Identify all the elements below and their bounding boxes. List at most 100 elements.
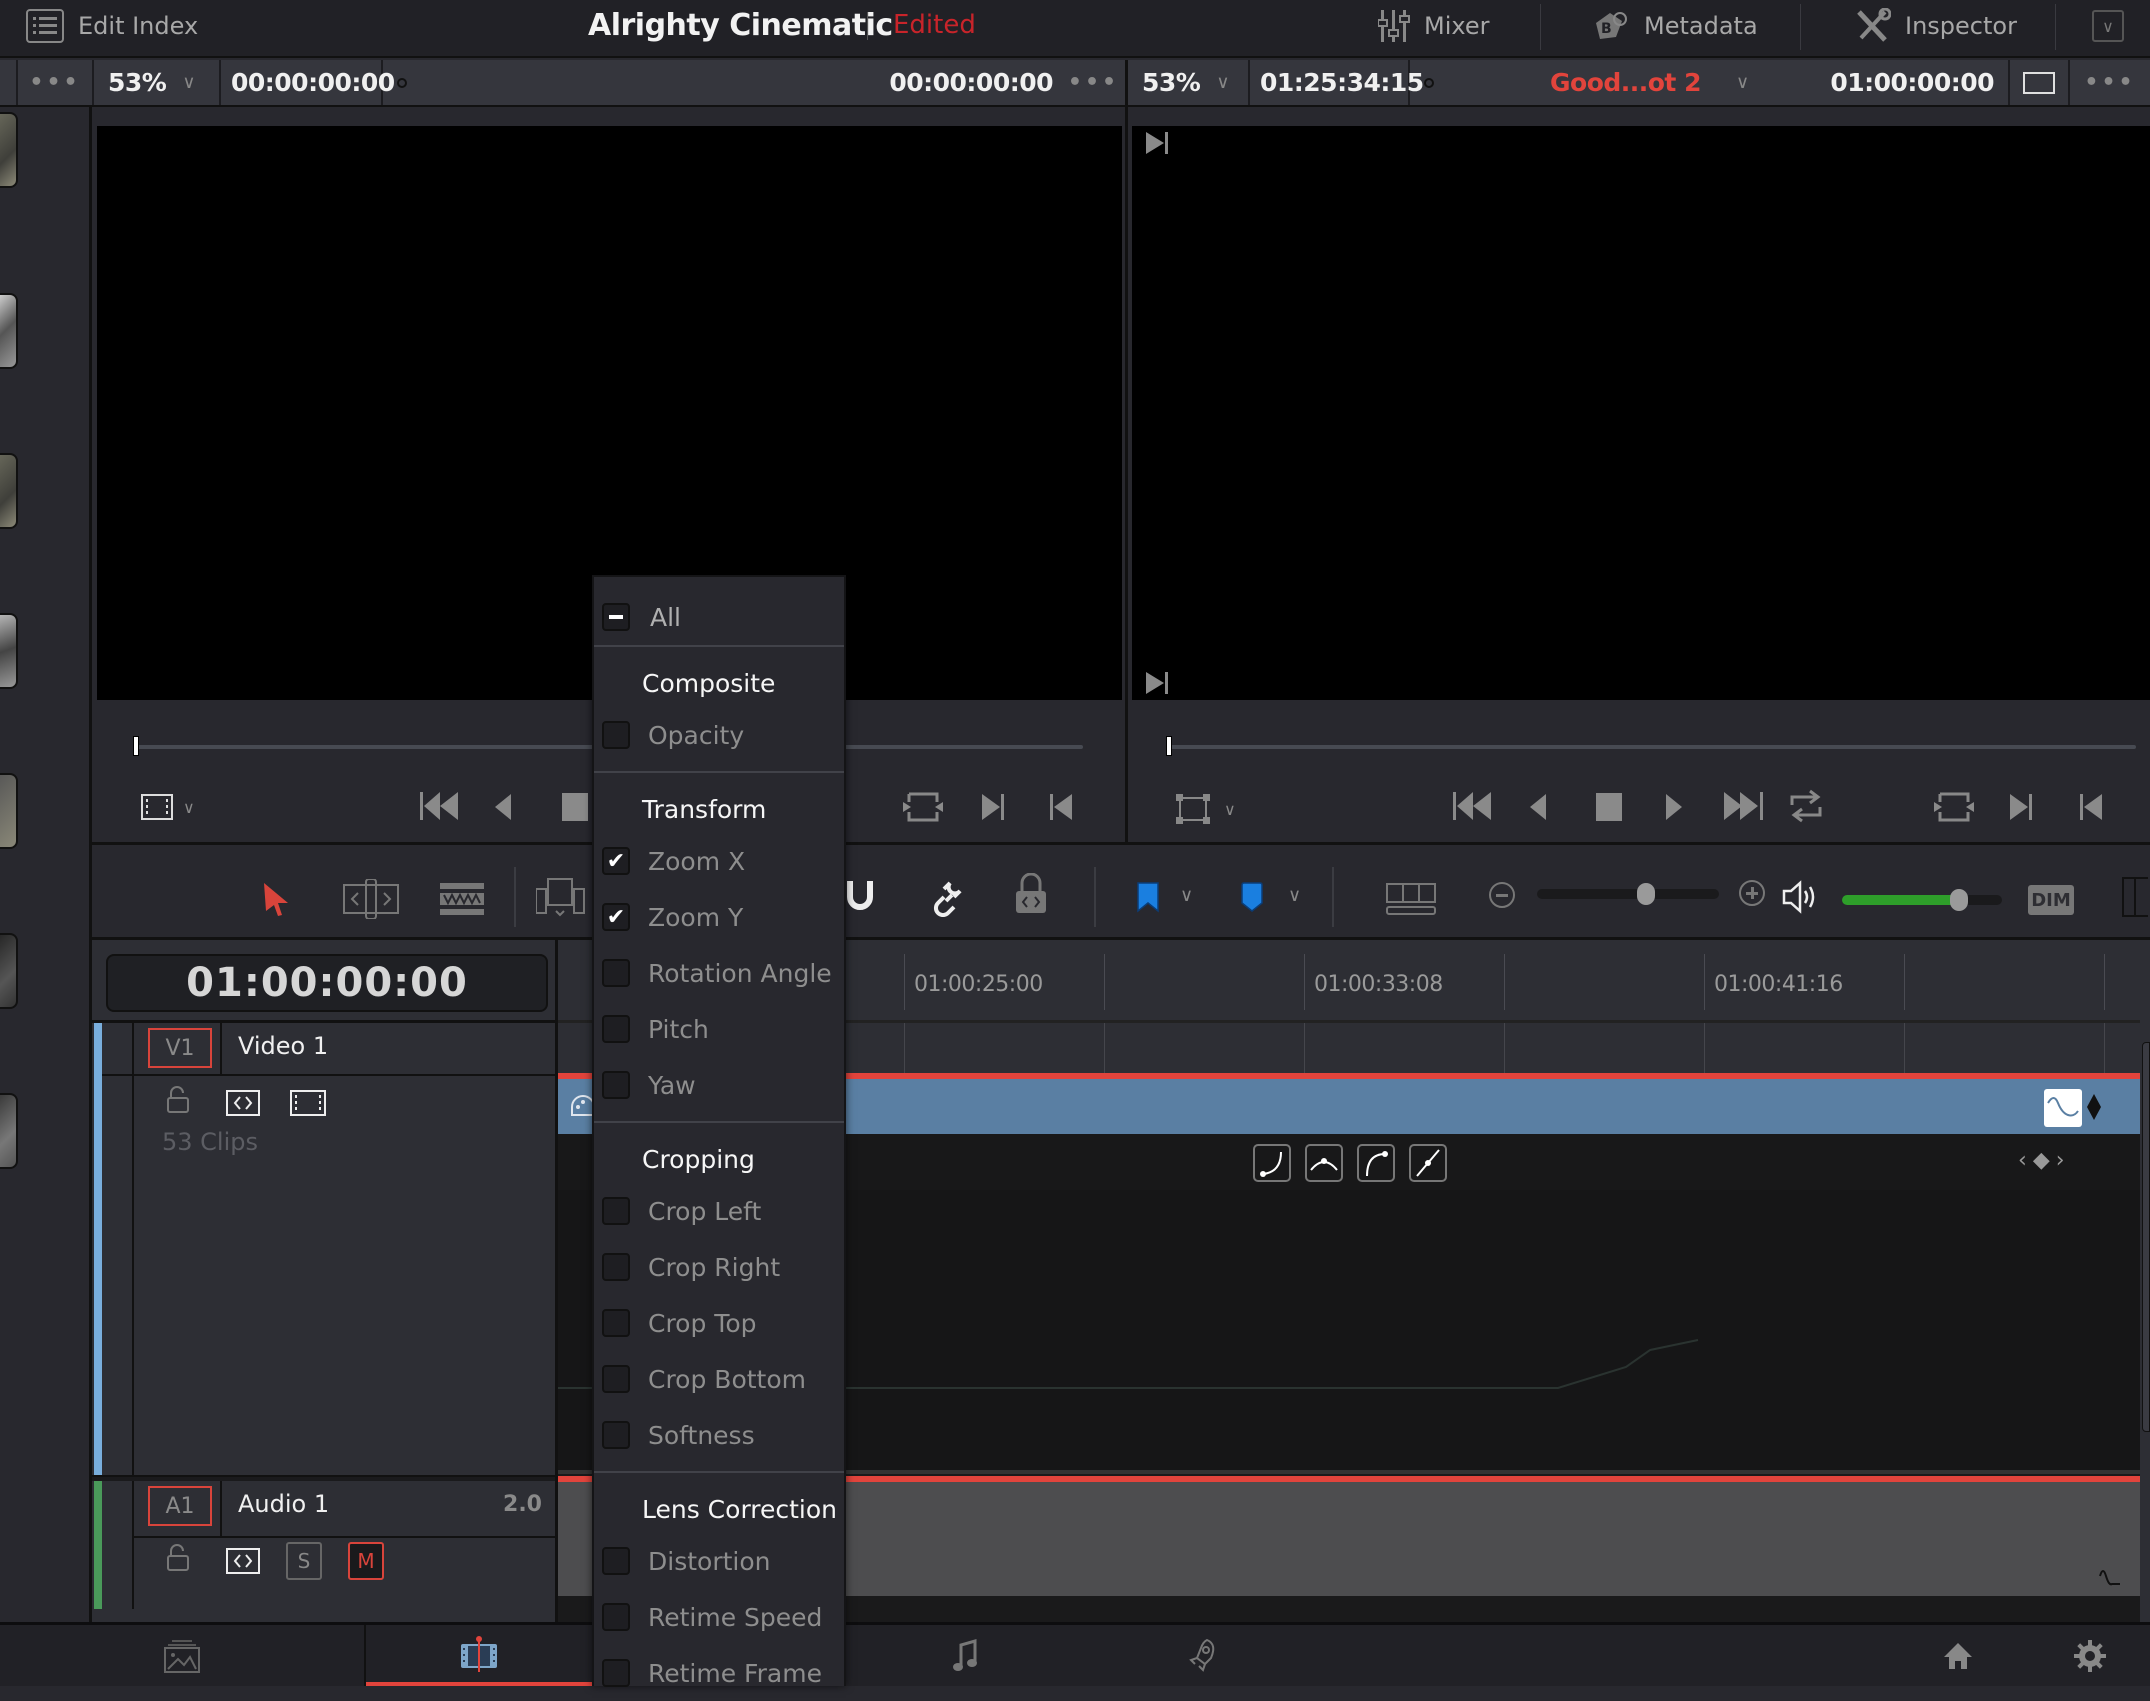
- keyframe-curve-button[interactable]: [2044, 1089, 2082, 1127]
- jump-to-start-icon[interactable]: [1453, 790, 1495, 822]
- snapping-magnet-icon[interactable]: [842, 877, 878, 917]
- menu-item-all[interactable]: All: [594, 589, 844, 645]
- menu-item-crop-bottom[interactable]: Crop Bottom: [594, 1351, 844, 1407]
- mark-out-icon[interactable]: [2078, 792, 2104, 822]
- loop-icon[interactable]: [1788, 787, 1824, 825]
- clip-thumbnail[interactable]: [0, 933, 18, 1009]
- timeline-playhead[interactable]: [1166, 736, 1172, 756]
- checkbox[interactable]: [602, 959, 630, 987]
- video-track-name[interactable]: Video 1: [238, 1032, 328, 1060]
- menu-item-distortion[interactable]: Distortion: [594, 1533, 844, 1589]
- audio-curve-icon[interactable]: [2098, 1566, 2122, 1586]
- menu-item-zoom-y[interactable]: ✔ Zoom Y: [594, 889, 844, 945]
- solo-button[interactable]: S: [286, 1542, 322, 1580]
- ease-in-icon[interactable]: [1253, 1144, 1291, 1182]
- match-frame-icon[interactable]: [1934, 792, 1974, 822]
- mark-in-icon[interactable]: [2008, 792, 2034, 822]
- play-reverse-icon[interactable]: [493, 792, 513, 822]
- checkbox[interactable]: [602, 1197, 630, 1225]
- timeline-vertical-scrollbar[interactable]: [2140, 1020, 2150, 1622]
- audio-track-id[interactable]: A1: [148, 1486, 212, 1526]
- speaker-icon[interactable]: [1782, 880, 1818, 914]
- edit-page-tab[interactable]: [366, 1625, 592, 1686]
- blade-tool-icon[interactable]: [440, 883, 484, 915]
- keyframe-navigation[interactable]: ‹ ◆ ›: [2018, 1148, 2065, 1173]
- checkbox[interactable]: [602, 721, 630, 749]
- timeline-selector[interactable]: Good...ot 2 ∨ 01:00:00:00: [1410, 60, 2010, 105]
- checkbox[interactable]: [602, 1659, 630, 1687]
- timeline-current-timecode[interactable]: 01:00:00:00: [106, 954, 548, 1012]
- track-enable-film-icon[interactable]: [290, 1090, 326, 1116]
- panel-collapse-handle[interactable]: [2122, 877, 2148, 917]
- deliver-page-tab[interactable]: [1158, 1625, 1248, 1686]
- menu-item-rotation-angle[interactable]: Rotation Angle: [594, 945, 844, 1001]
- ease-out-icon[interactable]: [1357, 1144, 1395, 1182]
- menu-item-retime-frame[interactable]: Retime Frame: [594, 1645, 844, 1701]
- volume-slider-knob[interactable]: [1949, 889, 1968, 911]
- timeline-scrubber[interactable]: [1170, 745, 2136, 749]
- clip-thumbnail[interactable]: [0, 613, 18, 689]
- source-playhead[interactable]: [133, 736, 139, 756]
- mixer-button[interactable]: Mixer: [1378, 4, 1489, 48]
- match-frame-icon[interactable]: [903, 792, 943, 822]
- zoom-slider-knob[interactable]: [1637, 883, 1656, 905]
- ease-in-out-icon[interactable]: [1305, 1144, 1343, 1182]
- zoom-in-icon[interactable]: [1738, 879, 1766, 907]
- checkbox[interactable]: [602, 1071, 630, 1099]
- project-settings-button[interactable]: [2050, 1625, 2130, 1686]
- timeline-zoom-dropdown[interactable]: 53% ∨: [1128, 60, 1250, 105]
- inspector-button[interactable]: Inspector: [1855, 4, 2017, 48]
- insert-clip-icon[interactable]: [536, 877, 586, 921]
- track-lock-icon[interactable]: [166, 1086, 190, 1114]
- checkbox[interactable]: [602, 1309, 630, 1337]
- play-reverse-icon[interactable]: [1528, 792, 1548, 822]
- source-zoom-dropdown[interactable]: 53% ∨: [94, 60, 221, 105]
- checkbox[interactable]: [602, 1015, 630, 1043]
- clip-thumbnail[interactable]: [0, 1093, 18, 1169]
- flag-icon[interactable]: [1136, 881, 1160, 913]
- source-clip-options[interactable]: ∨: [141, 794, 195, 820]
- checkbox[interactable]: [602, 1547, 630, 1575]
- linear-icon[interactable]: [1409, 1144, 1447, 1182]
- checkbox[interactable]: [602, 1421, 630, 1449]
- linked-selection-icon[interactable]: [930, 879, 968, 917]
- trim-tool-icon[interactable]: [342, 879, 400, 919]
- checkbox[interactable]: [602, 1365, 630, 1393]
- jump-to-end-icon[interactable]: [1724, 790, 1766, 822]
- checkbox[interactable]: [602, 1603, 630, 1631]
- stop-icon[interactable]: [1596, 793, 1622, 821]
- fairlight-page-tab[interactable]: [920, 1625, 1010, 1686]
- all-checkbox-partial[interactable]: [602, 603, 630, 631]
- dim-button[interactable]: DIM: [2028, 885, 2074, 915]
- menu-item-zoom-x[interactable]: ✔ Zoom X: [594, 833, 844, 889]
- track-lock-icon[interactable]: [166, 1544, 190, 1572]
- checkbox-checked[interactable]: ✔: [602, 903, 630, 931]
- media-page-tab[interactable]: [0, 1625, 364, 1686]
- transform-overlay-options[interactable]: ∨: [1176, 794, 1236, 824]
- monitor-volume-slider[interactable]: [1842, 889, 2002, 911]
- menu-item-opacity[interactable]: Opacity: [594, 707, 844, 763]
- selection-tool-icon[interactable]: [262, 881, 290, 917]
- marker-chevron-down-icon[interactable]: ∨: [1288, 885, 1301, 906]
- menu-item-crop-top[interactable]: Crop Top: [594, 1295, 844, 1351]
- play-icon[interactable]: [1664, 792, 1684, 822]
- jump-to-start-icon[interactable]: [420, 790, 462, 822]
- edit-index-button[interactable]: Edit Index: [26, 4, 198, 48]
- mute-button[interactable]: M: [348, 1542, 384, 1580]
- project-manager-button[interactable]: [1918, 1625, 1998, 1686]
- next-keyframe-icon[interactable]: ›: [2056, 1148, 2065, 1173]
- menu-item-retime-speed[interactable]: Retime Speed: [594, 1589, 844, 1645]
- mark-in-icon[interactable]: [980, 792, 1006, 822]
- menu-item-crop-right[interactable]: Crop Right: [594, 1239, 844, 1295]
- menu-item-softness[interactable]: Softness: [594, 1407, 844, 1463]
- flag-chevron-down-icon[interactable]: ∨: [1180, 885, 1193, 906]
- auto-select-icon[interactable]: [226, 1548, 260, 1574]
- source-more-button[interactable]: •••: [1062, 60, 1128, 105]
- menu-item-pitch[interactable]: Pitch: [594, 1001, 844, 1057]
- source-scrub-area[interactable]: 00:00:00:00: [383, 60, 1053, 105]
- clip-thumbnail[interactable]: [0, 293, 18, 369]
- checkbox[interactable]: [602, 1253, 630, 1281]
- mark-out-icon[interactable]: [1048, 792, 1074, 822]
- timeline-zoom-slider[interactable]: [1537, 883, 1719, 905]
- timeline-viewer-screen[interactable]: [1132, 126, 2150, 700]
